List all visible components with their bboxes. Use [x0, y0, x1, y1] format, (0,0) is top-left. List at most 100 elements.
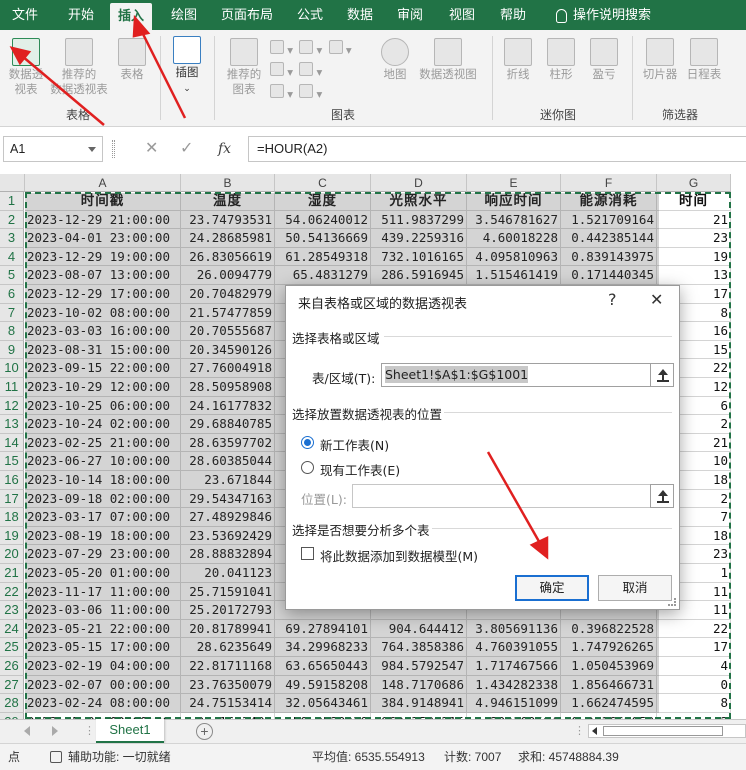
table-cell[interactable]: 23.76350079	[181, 675, 275, 695]
row-header[interactable]: 18	[0, 508, 24, 527]
range-input[interactable]: Sheet1!$A$1:$G$1001	[381, 363, 651, 387]
table-cell[interactable]: 28.63597702	[181, 433, 275, 453]
accessibility-status[interactable]: 辅助功能: 一切就绪	[68, 744, 171, 770]
table-cell[interactable]: 65.4831279	[275, 266, 371, 285]
table-cell[interactable]: 2023-02-24 08:00:00	[25, 694, 181, 713]
table-cell[interactable]: 1.717467566	[467, 657, 561, 676]
tab-draw[interactable]: 绘图	[163, 0, 205, 30]
table-cell[interactable]: 20.041123	[181, 564, 275, 583]
table-cell[interactable]: 25.20172793	[181, 601, 275, 620]
table-cell[interactable]: 2023-05-15 17:00:00	[25, 638, 181, 657]
table-cell[interactable]: 2023-08-19 18:00:00	[25, 526, 181, 546]
table-cell[interactable]: 17	[657, 638, 731, 657]
row-header[interactable]: 2	[0, 210, 24, 230]
table-cell[interactable]: 26.0094779	[181, 266, 275, 285]
map-button[interactable]: 地图	[376, 38, 414, 83]
header-cell[interactable]: 湿度	[275, 192, 371, 211]
table-cell[interactable]: 984.5792547	[371, 657, 467, 676]
table-cell[interactable]: 2023-09-15 22:00:00	[25, 359, 181, 378]
table-cell[interactable]: 2023-04-01 23:00:00	[25, 229, 181, 248]
row-header[interactable]: 1	[0, 192, 24, 211]
column-header[interactable]: G	[657, 174, 731, 192]
header-cell[interactable]: 响应时间	[467, 192, 561, 211]
table-cell[interactable]: 764.3858386	[371, 638, 467, 657]
select-all-corner[interactable]	[0, 174, 25, 192]
data-model-checkbox[interactable]	[301, 547, 314, 560]
location-input[interactable]	[352, 484, 651, 508]
table-cell[interactable]: 1.050453969	[561, 657, 657, 676]
table-cell[interactable]: 22	[657, 619, 731, 639]
table-cell[interactable]: 2023-07-29 23:00:00	[25, 545, 181, 564]
tab-data[interactable]: 数据	[339, 0, 381, 30]
table-cell[interactable]: 13	[657, 266, 731, 285]
table-cell[interactable]: 2023-09-18 02:00:00	[25, 489, 181, 509]
column-chart-icon[interactable]	[270, 40, 284, 54]
chevron-down-icon[interactable]	[88, 147, 96, 152]
table-cell[interactable]: 49.59158208	[275, 675, 371, 695]
table-cell[interactable]: 2023-12-29 21:00:00	[25, 210, 181, 230]
row-header[interactable]: 6	[0, 285, 24, 304]
tab-file[interactable]: 文件	[4, 0, 46, 30]
sparkline-column-button[interactable]: 柱形	[543, 38, 579, 83]
next-sheet-icon[interactable]	[52, 726, 58, 736]
row-header[interactable]: 12	[0, 396, 24, 416]
tab-view[interactable]: 视图	[441, 0, 483, 30]
row-header[interactable]: 20	[0, 545, 24, 564]
table-cell[interactable]: 2023-03-17 07:00:00	[25, 508, 181, 527]
resize-handle[interactable]	[112, 140, 115, 158]
table-cell[interactable]: 511.9837299	[371, 210, 467, 230]
row-header[interactable]: 4	[0, 247, 24, 267]
table-cell[interactable]: 22.81711168	[181, 657, 275, 676]
hierarchy-chart-icon[interactable]	[299, 40, 314, 54]
table-cell[interactable]: 2023-10-25 06:00:00	[25, 396, 181, 416]
table-cell[interactable]: 1.515461419	[467, 266, 561, 285]
row-header[interactable]: 25	[0, 638, 24, 657]
table-cell[interactable]: 23	[657, 229, 731, 248]
table-cell[interactable]: 29.54347163	[181, 489, 275, 509]
table-cell[interactable]: 20.70482979	[181, 285, 275, 304]
header-cell[interactable]: 能源消耗	[561, 192, 657, 211]
tab-home[interactable]: 开始	[60, 0, 102, 30]
row-header[interactable]: 26	[0, 657, 24, 676]
table-cell[interactable]: 26.83056619	[181, 247, 275, 267]
close-icon[interactable]: ✕	[650, 290, 663, 309]
scatter-chart-icon[interactable]	[299, 84, 314, 98]
table-cell[interactable]: 1.662474595	[561, 694, 657, 713]
table-cell[interactable]: 2023-12-29 17:00:00	[25, 285, 181, 304]
table-cell[interactable]: 23.74793531	[181, 210, 275, 230]
header-cell[interactable]: 温度	[181, 192, 275, 211]
column-header[interactable]: C	[275, 174, 371, 192]
table-cell[interactable]: 2023-08-31 15:00:00	[25, 340, 181, 360]
table-cell[interactable]: 23.671844	[181, 471, 275, 490]
table-cell[interactable]: 21	[657, 210, 731, 230]
location-collapse-button[interactable]	[650, 484, 674, 508]
row-header[interactable]: 14	[0, 433, 24, 453]
sheet-tab-sheet1[interactable]: Sheet1	[96, 719, 164, 743]
cancel-button[interactable]: 取消	[598, 575, 672, 601]
table-cell[interactable]: 148.7170686	[371, 675, 467, 695]
table-cell[interactable]: 1.521709164	[561, 210, 657, 230]
table-cell[interactable]: 2023-03-03 16:00:00	[25, 322, 181, 341]
pivot-table-button[interactable]: 数据透 视表	[4, 38, 48, 98]
table-button[interactable]: 表格	[113, 38, 151, 83]
help-button[interactable]: ?	[608, 290, 617, 309]
table-cell[interactable]: 28.50958908	[181, 378, 275, 397]
slicer-button[interactable]: 切片器	[638, 38, 682, 83]
tab-insert[interactable]: 插入	[110, 3, 153, 30]
column-header[interactable]: F	[561, 174, 657, 192]
pie-chart-icon[interactable]	[270, 84, 284, 98]
scrollbar-thumb[interactable]	[603, 726, 723, 736]
tab-review[interactable]: 审阅	[389, 0, 431, 30]
column-header[interactable]: D	[371, 174, 467, 192]
row-header[interactable]: 3	[0, 229, 24, 248]
table-cell[interactable]: 2023-06-27 10:00:00	[25, 452, 181, 471]
table-cell[interactable]: 28.6235649	[181, 638, 275, 657]
waterfall-chart-icon[interactable]	[328, 40, 343, 54]
tab-formulas[interactable]: 公式	[289, 0, 331, 30]
cancel-formula-button[interactable]: ✕	[145, 136, 158, 162]
table-cell[interactable]: 21.57477859	[181, 303, 275, 323]
illustrations-button[interactable]: 插图 ⌄	[168, 36, 206, 96]
ok-button[interactable]: 确定	[515, 575, 589, 601]
tab-page-layout[interactable]: 页面布局	[213, 0, 281, 30]
header-cell[interactable]: 时间	[657, 192, 731, 211]
